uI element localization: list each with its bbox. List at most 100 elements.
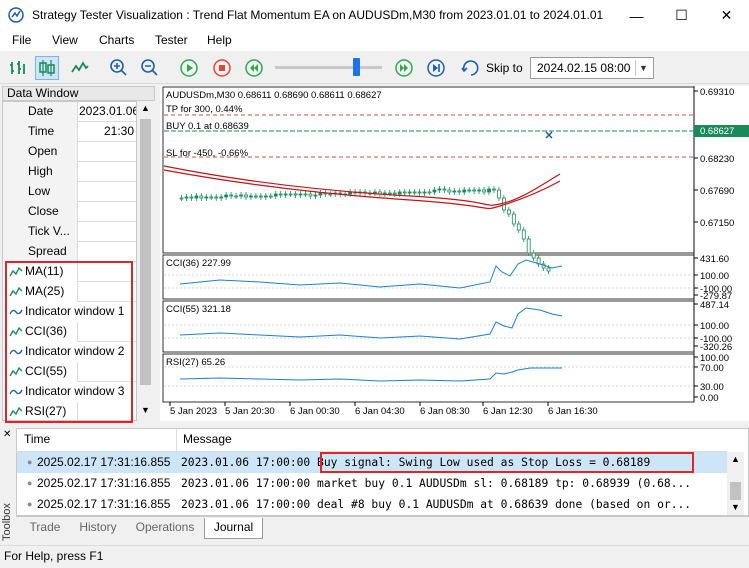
indicator-label: CCI(36) 227.99: [166, 258, 231, 269]
menu-tester[interactable]: Tester: [155, 33, 188, 47]
journal-scroll-up-icon[interactable]: ▲: [731, 454, 740, 464]
candle-body: [278, 193, 283, 196]
data-window-row: Tick V...: [3, 222, 136, 242]
close-panel-icon[interactable]: ✕: [3, 429, 11, 440]
journal-row[interactable]: ● 2025.02.17 17:31:16.855 2023.01.06 17:00…: [17, 473, 727, 494]
tab-trade[interactable]: Trade: [22, 518, 68, 539]
indicator-tick-label: 30.00: [700, 382, 724, 393]
zoom-out-button[interactable]: [138, 56, 162, 80]
data-window-scroll-thumb[interactable]: [140, 119, 151, 385]
candle-body: [457, 190, 462, 193]
indicator-tick-label: 100.00: [700, 271, 729, 282]
skip-end-icon: [427, 59, 445, 77]
stop-button[interactable]: [210, 56, 234, 80]
data-window-value: [79, 182, 136, 202]
menu-help[interactable]: Help: [207, 33, 232, 47]
symbol-info: AUDUSDm,M30 0.68611 0.68690 0.68611 0.68…: [166, 90, 382, 101]
speed-slider-thumb[interactable]: [353, 58, 360, 76]
menu-file[interactable]: File: [12, 33, 31, 47]
candle-body: [288, 193, 293, 196]
candlestick-button[interactable]: [35, 56, 59, 80]
journal-col-time[interactable]: Time: [24, 432, 50, 446]
candle-body: [521, 229, 526, 240]
status-bar: [0, 545, 749, 568]
menu-charts[interactable]: Charts: [99, 33, 134, 47]
chart-pane-0: [162, 86, 695, 254]
candle-body: [318, 192, 323, 196]
journal-scrollbar[interactable]: ▲ ▼: [727, 452, 744, 515]
candle-body: [516, 223, 521, 231]
candle-body: [209, 196, 214, 199]
current-price-label: 0.68627: [700, 126, 734, 137]
speed-slider-track[interactable]: [275, 66, 382, 69]
data-window-row: Spread: [3, 242, 136, 262]
close-button[interactable]: ✕: [704, 0, 749, 31]
line-chart-button[interactable]: [68, 56, 92, 80]
tab-history[interactable]: History: [70, 518, 126, 539]
candle-body: [387, 192, 392, 195]
data-window-value: [79, 202, 136, 222]
sl-label: SL for -450, -0.66%: [166, 148, 249, 159]
candle-body: [467, 189, 472, 192]
data-window-scrollbar[interactable]: ▲ ▼: [137, 101, 154, 421]
time-tick-label: 6 Jan 16:30: [548, 406, 598, 417]
skip-to-button[interactable]: [460, 56, 484, 80]
data-window-row: Date 2023.01.06: [3, 102, 136, 122]
calendar-dropdown-icon[interactable]: ▼: [635, 60, 651, 76]
chart-pane-2: [162, 300, 695, 353]
candle-body: [412, 191, 417, 194]
candle-body: [472, 189, 477, 192]
title-bar: Strategy Tester Visualization : Trend Fl…: [0, 0, 749, 31]
maximize-button[interactable]: ☐: [659, 0, 704, 31]
tp-label: TP for 300, 0.44%: [166, 104, 243, 115]
time-tick-label: 6 Jan 12:30: [483, 406, 533, 417]
candle-body: [293, 193, 298, 196]
scroll-down-icon[interactable]: ▼: [141, 405, 150, 415]
minimize-button[interactable]: —: [614, 0, 659, 31]
data-window-label: Tick V...: [3, 222, 78, 242]
bar-chart-icon: [10, 61, 25, 74]
log-dot-icon: ●: [27, 478, 33, 488]
line-chart-icon: [71, 61, 89, 73]
zoom-in-button[interactable]: [107, 56, 131, 80]
bar-chart-button[interactable]: [6, 56, 30, 80]
price-chart[interactable]: 0.693100.687700.682300.676900.671500.686…: [160, 86, 749, 421]
time-tick-label: 6 Jan 08:30: [420, 406, 470, 417]
candle-body: [263, 195, 268, 198]
time-tick-label: 5 Jan 20:30: [225, 406, 275, 417]
data-window-row: Low: [3, 182, 136, 202]
journal-message: 2023.01.06 17:00:00 deal #8 buy 0.1 AUDU…: [181, 498, 692, 511]
fast-forward-button[interactable]: [392, 56, 416, 80]
indicator-tick-label: 70.00: [700, 363, 724, 374]
candle-body: [506, 209, 511, 215]
menu-view[interactable]: View: [52, 33, 78, 47]
candle-body: [229, 194, 233, 197]
close-icon: ✕: [720, 7, 733, 23]
data-window-label: Date: [3, 102, 78, 122]
journal-col-message[interactable]: Message: [183, 432, 232, 446]
highlight-box-indicators: [5, 261, 133, 423]
tab-journal[interactable]: Journal: [204, 518, 263, 539]
candle-body: [249, 195, 253, 198]
data-window-label: Spread: [3, 242, 78, 262]
journal-scroll-thumb[interactable]: [730, 482, 741, 500]
candle-body: [452, 190, 457, 193]
scroll-up-icon[interactable]: ▲: [141, 103, 150, 113]
toolbox-label: Toolbox: [1, 503, 13, 541]
rewind-button[interactable]: [242, 56, 266, 80]
candle-body: [283, 193, 288, 196]
tab-operations[interactable]: Operations: [128, 518, 202, 539]
candle-body: [244, 194, 248, 198]
skip-end-button[interactable]: [424, 56, 448, 80]
indicator-tick-label: 0.00: [700, 393, 719, 404]
play-button[interactable]: [177, 56, 201, 80]
candle-body: [526, 238, 531, 254]
candle-body: [487, 188, 491, 193]
journal-row[interactable]: ● 2025.02.17 17:31:16.855 2023.01.06 17:00…: [17, 494, 727, 515]
price-tick-label: 0.67150: [700, 218, 734, 229]
journal-scroll-down-icon[interactable]: ▼: [731, 502, 740, 512]
zoom-out-icon: [141, 59, 158, 76]
journal-message: 2023.01.06 17:00:00 market buy 0.1 AUDUS…: [181, 477, 692, 490]
data-window-row: Time 21:30: [3, 122, 136, 142]
skip-to-date-input[interactable]: 2024.02.15 08:00 ▼: [530, 57, 654, 79]
